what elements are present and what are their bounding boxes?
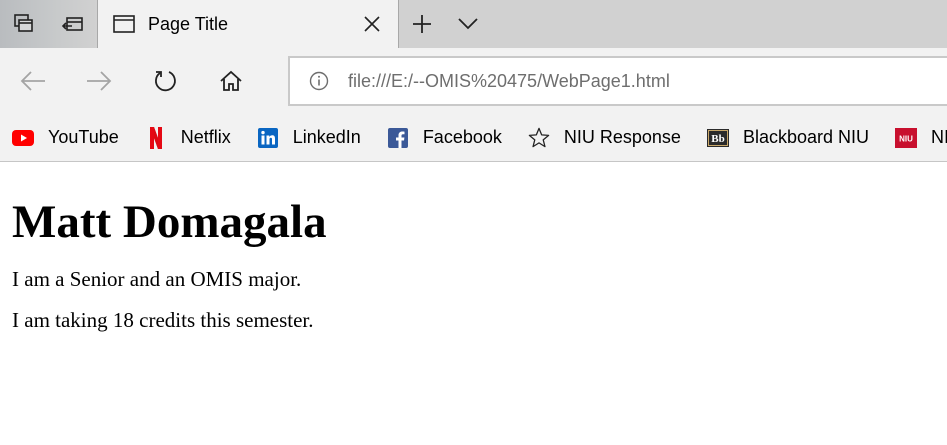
favorite-facebook[interactable]: Facebook [387, 127, 502, 149]
page-content: Matt Domagala I am a Senior and an OMIS … [0, 162, 947, 363]
page-icon [112, 12, 136, 36]
home-icon [220, 70, 242, 91]
plus-icon [413, 15, 431, 33]
url-text: file:///E:/--OMIS%20475/WebPage1.html [348, 70, 670, 91]
netflix-icon [145, 126, 167, 149]
forward-arrow-icon [87, 71, 112, 91]
tab-bar: Page Title [0, 0, 947, 48]
favorite-blackboard-niu[interactable]: Bb Blackboard NIU [706, 127, 869, 149]
tab-title: Page Title [148, 13, 229, 34]
favorite-label: Facebook [422, 127, 502, 147]
back-button[interactable] [0, 57, 66, 105]
favorite-label: YouTube [48, 127, 119, 147]
favorite-label: NIU [931, 127, 947, 147]
active-tab[interactable]: Page Title [97, 0, 399, 48]
refresh-icon [155, 71, 176, 92]
niu-icon: NIU [895, 127, 917, 149]
new-tab-button[interactable] [399, 0, 445, 48]
favorites-bar: YouTube Netflix LinkedIn Facebook NIU Re… [0, 114, 947, 162]
favorite-label: NIU Response [563, 127, 681, 147]
youtube-icon [12, 127, 34, 149]
info-icon[interactable] [308, 70, 330, 92]
favorite-niu-response[interactable]: NIU Response [528, 127, 681, 149]
chevron-down-icon [458, 18, 478, 30]
navigation-bar: file:///E:/--OMIS%20475/WebPage1.html [0, 48, 947, 114]
page-heading: Matt Domagala [12, 196, 327, 248]
tab-preview-icon[interactable] [9, 9, 39, 39]
address-bar[interactable]: file:///E:/--OMIS%20475/WebPage1.html [288, 56, 947, 106]
tab-tools [0, 0, 97, 48]
svg-text:Bb: Bb [711, 133, 724, 145]
favorite-linkedin[interactable]: LinkedIn [257, 127, 361, 149]
facebook-icon [387, 127, 409, 149]
favorite-netflix[interactable]: Netflix [145, 126, 231, 149]
paragraph-senior: I am a Senior and an OMIS major. [12, 266, 302, 291]
favorite-youtube[interactable]: YouTube [12, 127, 119, 149]
home-button[interactable] [198, 57, 264, 105]
forward-button[interactable] [66, 57, 132, 105]
favorite-niu[interactable]: NIU NIU [895, 127, 947, 149]
linkedin-icon [257, 127, 279, 149]
svg-text:NIU: NIU [899, 134, 913, 143]
blackboard-icon: Bb [706, 127, 729, 149]
favorite-label: LinkedIn [292, 127, 361, 147]
tab-list-button[interactable] [445, 0, 491, 48]
favorite-label: Netflix [180, 127, 231, 147]
close-tab-icon[interactable] [352, 4, 392, 44]
back-arrow-icon [20, 71, 45, 91]
refresh-button[interactable] [132, 57, 198, 105]
paragraph-credits: I am taking 18 credits this semester. [12, 307, 314, 332]
star-icon [528, 127, 550, 149]
set-tabs-aside-icon[interactable] [58, 9, 88, 39]
favorite-label: Blackboard NIU [742, 127, 869, 147]
